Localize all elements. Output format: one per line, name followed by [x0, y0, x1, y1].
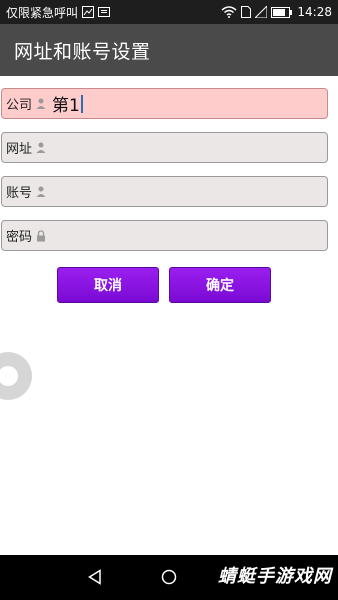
battery-icon	[271, 6, 293, 18]
clock: 14:28	[297, 5, 332, 19]
company-input[interactable]: 第1	[52, 91, 80, 116]
app-bar: 网址和账号设置	[0, 24, 338, 76]
signal-icon	[255, 6, 268, 18]
status-right: 14:28	[221, 5, 332, 19]
status-bar: 仅限紧急呼叫 14:28	[0, 0, 338, 24]
person-icon	[36, 142, 46, 153]
text-cursor	[80, 94, 83, 113]
account-label: 账号	[6, 186, 33, 201]
wifi-icon	[221, 6, 237, 18]
notification-icon	[98, 7, 111, 17]
floating-assistant-ball[interactable]	[0, 352, 32, 400]
confirm-button[interactable]: 确定	[169, 267, 271, 303]
password-field[interactable]: 密码	[1, 220, 328, 251]
cancel-button[interactable]: 取消	[57, 267, 159, 303]
page-title: 网址和账号设置	[14, 40, 151, 63]
company-field[interactable]: 公司 第1	[1, 88, 328, 119]
person-icon	[36, 98, 46, 109]
lock-icon	[36, 229, 46, 242]
home-icon[interactable]	[154, 562, 184, 592]
company-label: 公司	[6, 98, 33, 113]
account-field[interactable]: 账号	[1, 176, 328, 207]
back-icon[interactable]	[80, 562, 110, 592]
sim-icon	[241, 6, 252, 18]
image-icon	[82, 6, 95, 18]
status-left: 仅限紧急呼叫	[6, 4, 111, 21]
person-icon	[36, 186, 46, 197]
carrier-text: 仅限紧急呼叫	[6, 5, 79, 20]
url-label: 网址	[6, 142, 33, 157]
password-label: 密码	[6, 230, 33, 245]
url-field[interactable]: 网址	[1, 132, 328, 163]
watermark: 蜻蜓手游戏网	[218, 566, 332, 587]
